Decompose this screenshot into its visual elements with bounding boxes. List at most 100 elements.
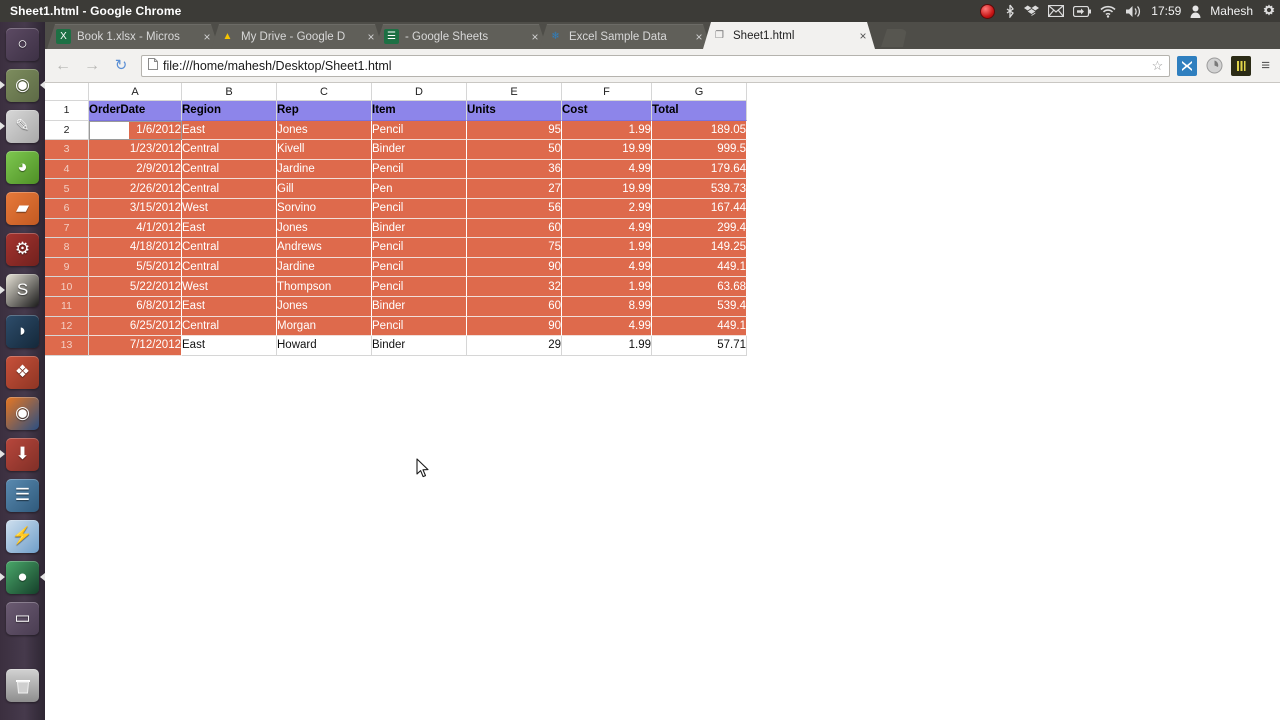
- row-header-9[interactable]: 9: [45, 257, 89, 278]
- header-cell-E1[interactable]: Units: [467, 101, 562, 121]
- row-header-1[interactable]: 1: [45, 101, 89, 121]
- cell-F6[interactable]: 2.99: [562, 198, 652, 219]
- cell-C2[interactable]: Jones: [277, 120, 372, 141]
- column-header-E[interactable]: E: [467, 83, 562, 101]
- bookmark-star-icon[interactable]: ☆: [1152, 58, 1164, 74]
- launcher-item-globe-app-icon[interactable]: ●: [0, 557, 45, 597]
- power-gear-icon[interactable]: [1262, 0, 1276, 22]
- cell-F9[interactable]: 4.99: [562, 257, 652, 278]
- cell-B8[interactable]: Central: [182, 238, 277, 258]
- cell-F12[interactable]: 4.99: [562, 316, 652, 337]
- recording-indicator[interactable]: [980, 0, 996, 22]
- cell-C4[interactable]: Jardine: [277, 159, 372, 180]
- cell-C11[interactable]: Jones: [277, 296, 372, 317]
- cell-F7[interactable]: 4.99: [562, 218, 652, 239]
- row-header-4[interactable]: 4: [45, 159, 89, 180]
- column-header-A[interactable]: A: [89, 83, 182, 101]
- cell-B3[interactable]: Central: [182, 140, 277, 160]
- column-header-F[interactable]: F: [562, 83, 652, 101]
- cell-B10[interactable]: West: [182, 277, 277, 297]
- column-header-B[interactable]: B: [182, 83, 277, 101]
- cell-F11[interactable]: 8.99: [562, 296, 652, 317]
- browser-tab-3[interactable]: ❄ Excel Sample Data ×: [539, 24, 711, 49]
- cell-C5[interactable]: Gill: [277, 179, 372, 199]
- cell-E2[interactable]: 95: [467, 120, 562, 141]
- cell-F8[interactable]: 1.99: [562, 238, 652, 258]
- row-header-5[interactable]: 5: [45, 179, 89, 199]
- launcher-item-ubuntu-software-icon[interactable]: ⬇: [0, 434, 45, 474]
- tab-close-icon[interactable]: ×: [201, 31, 213, 43]
- cell-E7[interactable]: 60: [467, 218, 562, 239]
- launcher-item-flash-app-icon[interactable]: ⚡: [0, 516, 45, 556]
- cell-F10[interactable]: 1.99: [562, 277, 652, 297]
- launcher-item-files-folder-icon[interactable]: ▰: [0, 188, 45, 228]
- cell-E8[interactable]: 75: [467, 238, 562, 258]
- row-header-13[interactable]: 13: [45, 336, 89, 356]
- cell-F2[interactable]: 1.99: [562, 120, 652, 141]
- cell-A7[interactable]: 4/1/2012: [89, 218, 182, 239]
- cell-C8[interactable]: Andrews: [277, 238, 372, 258]
- cell-G12[interactable]: 449.1: [652, 316, 747, 337]
- cell-A4[interactable]: 2/9/2012: [89, 159, 182, 180]
- cell-G2[interactable]: 189.05: [652, 120, 747, 141]
- reload-button[interactable]: ↻: [110, 55, 132, 77]
- launcher-item-blue-app-icon[interactable]: ◗: [0, 311, 45, 351]
- header-cell-G1[interactable]: Total: [652, 101, 747, 121]
- row-header-6[interactable]: 6: [45, 198, 89, 219]
- tab-close-icon[interactable]: ×: [857, 30, 869, 42]
- cell-A8[interactable]: 4/18/2012: [89, 238, 182, 258]
- tab-close-icon[interactable]: ×: [365, 31, 377, 43]
- cell-C7[interactable]: Jones: [277, 218, 372, 239]
- cell-D7[interactable]: Binder: [372, 218, 467, 239]
- cell-B13[interactable]: East: [182, 336, 277, 356]
- cell-D9[interactable]: Pencil: [372, 257, 467, 278]
- cell-G10[interactable]: 63.68: [652, 277, 747, 297]
- cell-G9[interactable]: 449.1: [652, 257, 747, 278]
- row-header-11[interactable]: 11: [45, 296, 89, 317]
- user-avatar-icon[interactable]: [1190, 0, 1201, 22]
- launcher-item-google-chrome-icon[interactable]: ◉: [0, 65, 45, 105]
- header-cell-B1[interactable]: Region: [182, 101, 277, 121]
- mail-icon[interactable]: [1048, 0, 1065, 22]
- browser-tab-0[interactable]: X Book 1.xlsx - Micros ×: [47, 24, 219, 49]
- cell-D11[interactable]: Binder: [372, 296, 467, 317]
- cell-C10[interactable]: Thompson: [277, 277, 372, 297]
- cell-C13[interactable]: Howard: [277, 336, 372, 356]
- cell-F5[interactable]: 19.99: [562, 179, 652, 199]
- launcher-item-shutter-icon[interactable]: S: [0, 270, 45, 310]
- cell-F3[interactable]: 19.99: [562, 140, 652, 160]
- launcher-item-ubuntu-dash-icon[interactable]: ○: [0, 24, 45, 64]
- cell-A9[interactable]: 5/5/2012: [89, 257, 182, 278]
- cell-G6[interactable]: 167.44: [652, 198, 747, 219]
- cell-E4[interactable]: 36: [467, 159, 562, 180]
- column-header-D[interactable]: D: [372, 83, 467, 101]
- xmarks-extension-icon[interactable]: [1177, 55, 1198, 76]
- cell-B4[interactable]: Central: [182, 159, 277, 180]
- browser-tab-4[interactable]: ❐ Sheet1.html ×: [703, 22, 875, 49]
- cell-G7[interactable]: 299.4: [652, 218, 747, 239]
- row-header-3[interactable]: 3: [45, 140, 89, 160]
- chrome-menu-button[interactable]: ≡: [1258, 58, 1273, 73]
- url-text[interactable]: file:///home/mahesh/Desktop/Sheet1.html: [163, 59, 1152, 73]
- tab-close-icon[interactable]: ×: [529, 31, 541, 43]
- cell-A10[interactable]: 5/22/2012: [89, 277, 182, 297]
- launcher-item-workspace-switcher-icon[interactable]: ▭: [0, 598, 45, 638]
- select-all-corner[interactable]: [45, 83, 89, 101]
- cell-B9[interactable]: Central: [182, 257, 277, 278]
- cell-C9[interactable]: Jardine: [277, 257, 372, 278]
- cell-G8[interactable]: 149.25: [652, 238, 747, 258]
- cell-D8[interactable]: Pencil: [372, 238, 467, 258]
- wifi-icon[interactable]: [1100, 0, 1116, 22]
- cell-A11[interactable]: 6/8/2012: [89, 296, 182, 317]
- cell-A12[interactable]: 6/25/2012: [89, 316, 182, 337]
- dropbox-icon[interactable]: [1024, 0, 1040, 22]
- cell-D5[interactable]: Pen: [372, 179, 467, 199]
- cell-G3[interactable]: 999.5: [652, 140, 747, 160]
- clock-extension-icon[interactable]: [1204, 56, 1224, 76]
- cell-C12[interactable]: Morgan: [277, 316, 372, 337]
- tab-close-icon[interactable]: ×: [693, 31, 705, 43]
- cell-G13[interactable]: 57.71: [652, 336, 747, 356]
- cell-B12[interactable]: Central: [182, 316, 277, 337]
- cell-E5[interactable]: 27: [467, 179, 562, 199]
- cell-G4[interactable]: 179.64: [652, 159, 747, 180]
